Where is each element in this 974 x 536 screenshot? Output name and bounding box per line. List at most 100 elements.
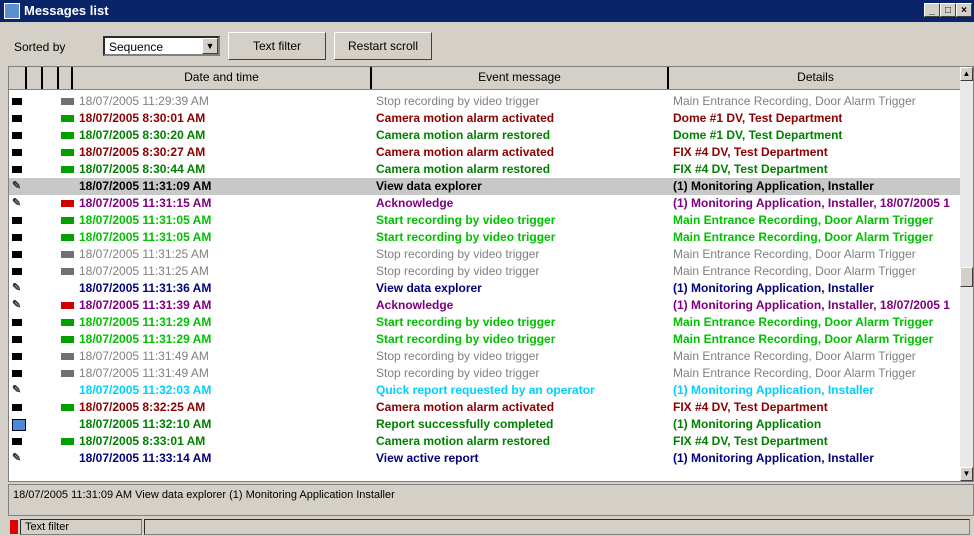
table-row[interactable]: 18/07/2005 11:31:49 AM Stop recording by … xyxy=(9,348,962,365)
row-datetime: 18/07/2005 8:30:01 AM xyxy=(79,111,206,125)
row-details: (1) Monitoring Application, Installer xyxy=(673,179,874,193)
row-details: FIX #4 DV, Test Department xyxy=(673,400,828,414)
scroll-down-icon[interactable]: ▼ xyxy=(960,467,973,481)
table-row[interactable]: ✎ 18/07/2005 11:32:03 AM Quick report requ… xyxy=(9,382,962,399)
status-bar: Text filter xyxy=(0,518,974,536)
column-header-icon3[interactable] xyxy=(43,67,59,89)
row-datetime: 18/07/2005 11:31:39 AM xyxy=(79,298,212,312)
status-panel-empty xyxy=(144,519,970,535)
row-event: Start recording by video trigger xyxy=(376,213,556,227)
row-datetime: 18/07/2005 11:31:05 AM xyxy=(79,230,212,244)
row-details: Main Entrance Recording, Door Alarm Trig… xyxy=(673,366,916,380)
table-row[interactable]: 18/07/2005 8:33:01 AM Camera motion alarm… xyxy=(9,433,962,450)
status-panel-filter: Text filter xyxy=(20,519,142,535)
table-row[interactable]: 18/07/2005 11:29:39 AM Stop recording by … xyxy=(9,93,962,110)
camera-status-icon xyxy=(61,234,74,241)
camera-status-icon xyxy=(61,98,74,105)
table-row[interactable]: 18/07/2005 8:30:44 AM Camera motion alarm… xyxy=(9,161,962,178)
camera-icon xyxy=(12,268,22,275)
vertical-scrollbar[interactable]: ▲ ▼ xyxy=(960,67,973,481)
row-details: (1) Monitoring Application, Installer xyxy=(673,383,874,397)
row-event: View active report xyxy=(376,451,479,465)
camera-status-icon xyxy=(61,115,74,122)
table-row[interactable]: 18/07/2005 11:31:05 AM Start recording by… xyxy=(9,229,962,246)
table-row[interactable]: 18/07/2005 8:30:27 AM Camera motion alarm… xyxy=(9,144,962,161)
row-details: Main Entrance Recording, Door Alarm Trig… xyxy=(673,349,916,363)
table-row[interactable]: ✎ 18/07/2005 11:31:09 AM View data explore… xyxy=(9,178,962,195)
text-filter-button[interactable]: Text filter xyxy=(228,32,326,60)
table-row[interactable]: 18/07/2005 8:30:01 AM Camera motion alarm… xyxy=(9,110,962,127)
table-row[interactable]: ✎ 18/07/2005 11:31:36 AM View data explore… xyxy=(9,280,962,297)
camera-status-icon xyxy=(61,302,74,309)
camera-status-icon xyxy=(61,200,74,207)
table-row[interactable]: 18/07/2005 11:31:25 AM Stop recording by … xyxy=(9,263,962,280)
row-details: FIX #4 DV, Test Department xyxy=(673,145,828,159)
row-details: (1) Monitoring Application, Installer xyxy=(673,451,874,465)
row-datetime: 18/07/2005 11:31:25 AM xyxy=(79,247,209,261)
table-row[interactable]: ✎ 18/07/2005 11:31:39 AM Acknowledge (1) Mo… xyxy=(9,297,962,314)
camera-icon xyxy=(12,336,22,343)
sort-select[interactable]: Sequence ▼ xyxy=(103,36,220,56)
row-event: Camera motion alarm activated xyxy=(376,111,555,125)
row-datetime: 18/07/2005 8:30:44 AM xyxy=(79,162,206,176)
row-datetime: 18/07/2005 8:32:25 AM xyxy=(79,400,206,414)
table-row[interactable]: 18/07/2005 11:31:05 AM Start recording by… xyxy=(9,212,962,229)
row-datetime: 18/07/2005 8:30:27 AM xyxy=(79,145,206,159)
table-row[interactable]: 18/07/2005 11:31:29 AM Start recording by… xyxy=(9,314,962,331)
row-event: Quick report requested by an operator xyxy=(376,383,595,397)
table-row[interactable]: 18/07/2005 11:32:10 AM Report successfull… xyxy=(9,416,962,433)
close-button[interactable]: × xyxy=(956,3,972,17)
pen-icon: ✎ xyxy=(12,384,22,396)
column-header-icon2[interactable] xyxy=(27,67,43,89)
camera-status-icon xyxy=(61,336,74,343)
camera-status-icon xyxy=(61,149,74,156)
pen-icon: ✎ xyxy=(12,282,22,294)
camera-status-icon xyxy=(61,438,74,445)
row-datetime: 18/07/2005 8:33:01 AM xyxy=(79,434,206,448)
chevron-down-icon[interactable]: ▼ xyxy=(202,38,218,54)
row-event: Stop recording by video trigger xyxy=(376,349,540,363)
table-row[interactable]: 18/07/2005 11:31:25 AM Stop recording by … xyxy=(9,246,962,263)
table-row[interactable]: ✎ 18/07/2005 11:33:14 AM View active repor… xyxy=(9,450,962,467)
row-details: Main Entrance Recording, Door Alarm Trig… xyxy=(673,247,916,261)
window-title: Messages list xyxy=(24,3,109,18)
camera-icon xyxy=(12,438,22,445)
row-datetime: 18/07/2005 11:31:25 AM xyxy=(79,264,209,278)
row-datetime: 18/07/2005 11:29:39 AM xyxy=(79,94,209,108)
row-datetime: 18/07/2005 11:32:10 AM xyxy=(79,417,212,431)
column-header-icon4[interactable] xyxy=(59,67,73,89)
table-row[interactable]: 18/07/2005 11:31:29 AM Start recording by… xyxy=(9,331,962,348)
column-header-icon1[interactable] xyxy=(9,67,27,89)
row-details: Main Entrance Recording, Door Alarm Trig… xyxy=(673,230,934,244)
row-datetime: 18/07/2005 11:31:15 AM xyxy=(79,196,212,210)
camera-status-icon xyxy=(61,370,74,377)
camera-icon xyxy=(12,149,22,156)
camera-icon xyxy=(12,217,22,224)
column-header-details[interactable]: Details xyxy=(669,67,962,89)
camera-status-icon xyxy=(61,132,74,139)
row-datetime: 18/07/2005 11:31:05 AM xyxy=(79,213,212,227)
row-event: View data explorer xyxy=(376,281,482,295)
camera-icon xyxy=(12,370,22,377)
camera-status-icon xyxy=(61,319,74,326)
pen-icon: ✎ xyxy=(12,452,22,464)
report-icon xyxy=(12,419,26,431)
camera-icon xyxy=(12,115,22,122)
table-row[interactable]: 18/07/2005 8:32:25 AM Camera motion alarm… xyxy=(9,399,962,416)
row-event: Camera motion alarm activated xyxy=(376,400,555,414)
column-header-event[interactable]: Event message xyxy=(372,67,669,89)
minimize-button[interactable]: _ xyxy=(924,3,940,17)
restart-scroll-button[interactable]: Restart scroll xyxy=(334,32,432,60)
table-row[interactable]: ✎ 18/07/2005 11:31:15 AM Acknowledge (1) Mo… xyxy=(9,195,962,212)
row-datetime: 18/07/2005 11:32:03 AM xyxy=(79,383,212,397)
camera-status-icon xyxy=(61,217,74,224)
column-header-date[interactable]: Date and time xyxy=(73,67,372,89)
table-row[interactable]: 18/07/2005 8:30:20 AM Camera motion alarm… xyxy=(9,127,962,144)
messages-table[interactable]: Date and time Event message Details 18/0… xyxy=(8,66,974,482)
camera-icon xyxy=(12,251,22,258)
maximize-button[interactable]: □ xyxy=(940,3,956,17)
camera-icon xyxy=(12,166,22,173)
scroll-up-icon[interactable]: ▲ xyxy=(960,67,973,81)
scroll-thumb[interactable] xyxy=(960,267,973,287)
table-row[interactable]: 18/07/2005 11:31:49 AM Stop recording by … xyxy=(9,365,962,382)
